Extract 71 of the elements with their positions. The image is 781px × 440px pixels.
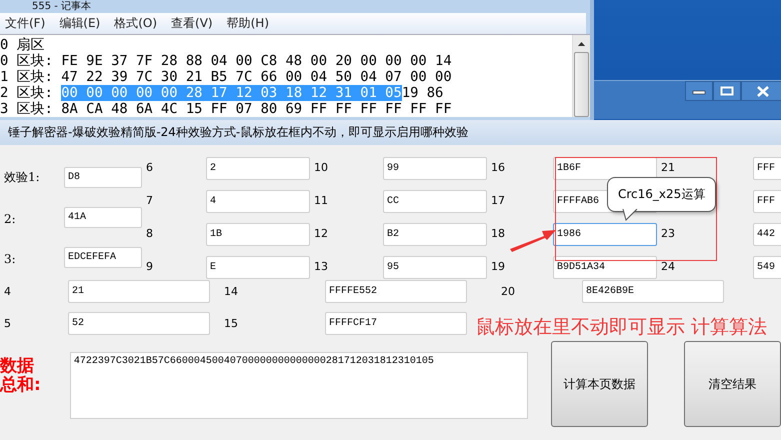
text-field[interactable]: 1986: [553, 223, 657, 246]
field-number: 17: [491, 194, 505, 207]
text-field[interactable]: B2: [383, 223, 487, 246]
field-number: 9: [146, 260, 153, 273]
field-number: 24: [661, 260, 675, 273]
window-title: 锤子解密器-爆破效验精简版-24种效验方式-鼠标放在框内不动，即可显示启用哪种效验: [8, 124, 468, 141]
text-field[interactable]: FFFFCF17: [325, 312, 467, 335]
menu-item[interactable]: 文件(F): [5, 15, 46, 32]
text-line: 2 区块:: [0, 85, 54, 101]
text-field[interactable]: 4: [206, 190, 310, 213]
menu-item[interactable]: 帮助(H): [226, 15, 269, 32]
field-number: 21: [661, 161, 675, 174]
field-number: 4: [3, 285, 12, 298]
window-title: 555 - 记事本: [32, 0, 92, 12]
field-number: 19: [491, 260, 505, 273]
text-field[interactable]: CC: [383, 190, 487, 213]
menu-item[interactable]: 格式(O): [114, 15, 158, 32]
text-field[interactable]: 52: [68, 312, 210, 335]
close-button[interactable]: [741, 81, 781, 101]
field-number: 5: [3, 317, 12, 330]
text-field[interactable]: FFF: [753, 190, 781, 213]
text-line: 3 区块: 8A CA 48 6A 4C 15 FF 07 80 69 FF FF FF FF FF FF: [0, 101, 452, 117]
text-line: 1 区块: 47 22 39 7C 30 21 B5 7C 66 00 04 50 04 07 00 00: [0, 69, 452, 85]
text-field[interactable]: EDCEFEFA: [64, 247, 142, 268]
scroll-up-icon: [577, 41, 586, 46]
field-number: 13: [314, 260, 328, 273]
close-icon: [756, 86, 770, 96]
field-number: 6: [146, 161, 153, 174]
sum-field[interactable]: 4722397C3021B57C66000450040700000000000000281712031812310105: [70, 352, 528, 419]
scrollbar[interactable]: [572, 35, 590, 117]
text-line: 0 扇区: [0, 37, 45, 53]
field-number: 15: [223, 317, 239, 330]
maximize-icon: [720, 86, 734, 96]
text-field[interactable]: 41A: [64, 207, 142, 228]
field-number: 18: [491, 227, 505, 240]
field-label: 3:: [3, 252, 17, 268]
field-number: 8: [146, 227, 153, 240]
field-label: 效验1:: [3, 169, 41, 186]
text-field[interactable]: D8: [64, 167, 142, 188]
field-number: 20: [500, 285, 516, 298]
text-field[interactable]: 21: [68, 280, 210, 303]
action-button[interactable]: 清空结果: [684, 341, 781, 427]
field-number: 11: [314, 194, 328, 207]
menu-item[interactable]: 查看(V): [171, 15, 213, 32]
menu-item[interactable]: 编辑(E): [59, 15, 100, 32]
text-field[interactable]: 549: [753, 256, 781, 279]
text-field[interactable]: 8E426B9E: [582, 280, 724, 303]
scrollbar-thumb[interactable]: [574, 52, 589, 117]
text-line: 19 86: [402, 85, 444, 101]
text-field[interactable]: 95: [383, 256, 487, 279]
field-number: 7: [146, 194, 153, 207]
selected-text: 00 00 00 00 00 28 17 12 03 18 12 31 01 05: [61, 85, 402, 101]
annotation-text: 鼠标放在里不动即可显示 计算算法: [476, 315, 768, 340]
field-number: 16: [491, 161, 505, 174]
text-field[interactable]: 99: [383, 157, 487, 180]
minimize-button[interactable]: [685, 81, 713, 101]
text-field[interactable]: B9D51A34: [553, 256, 657, 279]
field-number: 14: [223, 285, 239, 298]
field-number: 23: [661, 227, 675, 240]
text-field[interactable]: 1B: [206, 223, 310, 246]
text-field[interactable]: 2: [206, 157, 310, 180]
text-field[interactable]: FFFFE552: [325, 280, 467, 303]
action-button[interactable]: 计算本页数据: [551, 341, 648, 427]
text-field[interactable]: 442: [753, 223, 781, 246]
field-label: 2:: [3, 212, 17, 228]
text-field[interactable]: FFF: [753, 157, 781, 180]
field-number: 12: [314, 227, 328, 240]
maximize-button[interactable]: [713, 81, 741, 101]
text-line: 0 区块: FE 9E 37 7F 28 88 04 00 C8 48 00 20 00 00 00 14: [0, 53, 452, 69]
text-field[interactable]: E: [206, 256, 310, 279]
field-number: 10: [314, 161, 328, 174]
